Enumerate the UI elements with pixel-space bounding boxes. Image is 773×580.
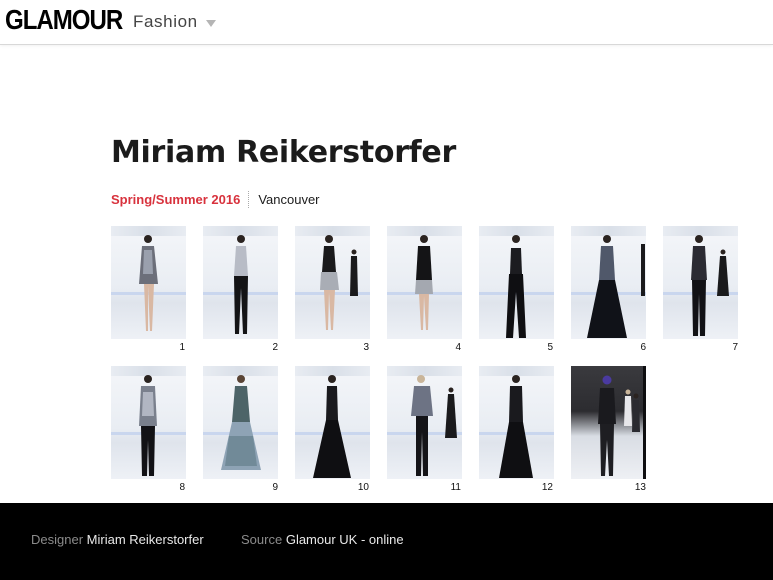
section-menu[interactable]: Fashion [133,11,216,33]
chevron-down-icon [205,20,216,27]
look-thumbnail[interactable] [203,366,278,479]
designer-credit-key: Designer [31,532,84,547]
look-number: 1 [179,342,185,353]
look-thumbnail[interactable] [479,226,554,339]
page-title: Miriam Reikerstorfer [111,135,456,170]
show-meta: Spring/Summer 2016 Vancouver [111,190,320,208]
look-thumbnail[interactable] [479,366,554,479]
look-number: 9 [272,482,278,493]
look-thumbnail[interactable] [571,366,646,479]
footer: Designer Miriam Reikerstorfer Source Gla… [0,503,773,580]
look-thumbnail[interactable] [295,226,370,339]
look-thumbnail[interactable] [571,226,646,339]
meta-divider [248,190,250,208]
look-number: 13 [634,482,646,493]
look-thumbnail[interactable] [111,226,186,339]
look-thumbnail[interactable] [295,366,370,479]
designer-credit-value: Miriam Reikerstorfer [86,532,204,547]
look-thumbnail[interactable] [663,226,738,339]
look-number: 2 [272,342,278,353]
look-number: 8 [179,482,185,493]
top-bar: GLAMOUR Fashion [0,0,773,45]
section-label: Fashion [133,12,198,31]
season-link[interactable]: Spring/Summer 2016 [111,192,240,207]
look-thumbnail[interactable] [387,366,462,479]
look-number: 5 [547,342,553,353]
look-number: 12 [541,482,553,493]
source-credit: Source Glamour UK - online [241,532,404,547]
look-number: 11 [450,482,461,493]
look-thumbnail[interactable] [203,226,278,339]
city-label: Vancouver [258,191,320,207]
source-credit-key: Source [241,532,283,547]
source-credit-value: Glamour UK - online [285,532,404,547]
look-number: 4 [455,342,461,353]
look-number: 7 [732,342,738,353]
glamour-logo[interactable]: GLAMOUR [5,4,123,36]
look-number: 3 [363,342,369,353]
look-thumbnail[interactable] [387,226,462,339]
look-number: 10 [357,482,369,493]
look-number: 6 [640,342,646,353]
look-thumbnail[interactable] [111,366,186,479]
designer-credit: Designer Miriam Reikerstorfer [31,532,204,547]
